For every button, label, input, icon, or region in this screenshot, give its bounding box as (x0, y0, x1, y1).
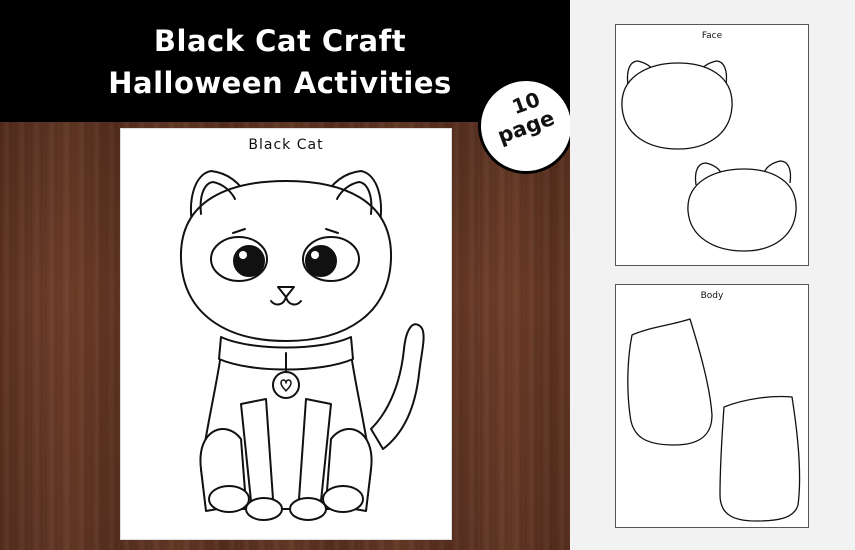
cat-face-templates (621, 60, 797, 252)
thumbnail-face: Face (615, 24, 809, 266)
cat-body-templates (627, 318, 801, 522)
thumbnail-body: Body (615, 284, 809, 528)
coloring-page: Black Cat (120, 128, 452, 540)
page-count-badge: 10 page (478, 78, 570, 174)
main-preview: Black Cat Craft Halloween Activities Bla… (0, 0, 570, 550)
black-cat-outline-illustration (179, 170, 425, 521)
title-line-1: Black Cat Craft (153, 24, 407, 58)
title-line-2: Halloween Activities (108, 66, 452, 100)
